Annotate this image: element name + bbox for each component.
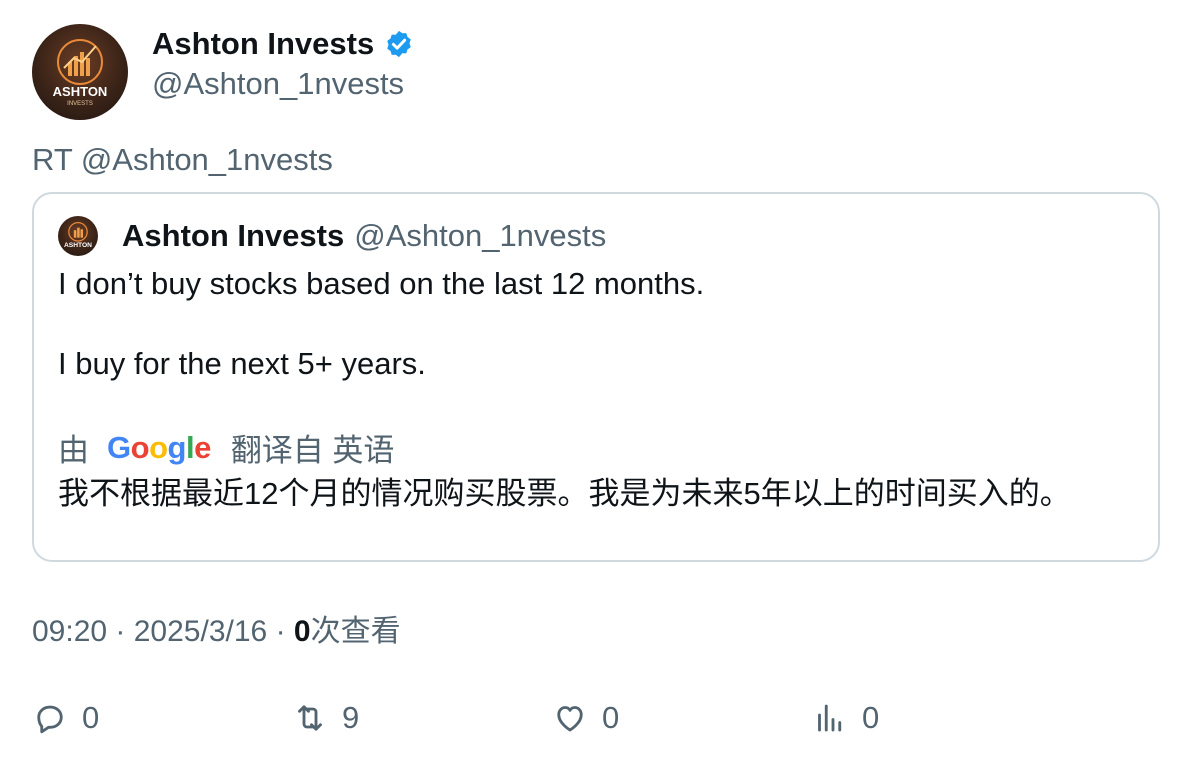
translate-suffix: 翻译自 英语 bbox=[230, 433, 395, 468]
quoted-handle[interactable]: @Ashton_1nvests bbox=[354, 218, 606, 254]
verified-badge-icon bbox=[387, 30, 411, 58]
reply-icon bbox=[37, 705, 63, 734]
like-count: 0 bbox=[602, 700, 620, 735]
views-button[interactable]: 0 bbox=[812, 700, 879, 736]
meta-separator: · bbox=[275, 615, 294, 648]
quoted-display-name[interactable]: Ashton Invests bbox=[122, 218, 344, 254]
author-display-name[interactable]: Ashton Invests bbox=[152, 26, 374, 62]
translated-text: 我不根据最近12个月的情况购买股票。我是为未来5年以上的时间买入的。 bbox=[58, 476, 1071, 511]
quoted-text-line-2: I buy for the next 5+ years. bbox=[58, 346, 426, 381]
avatar-logo-graphic: ASHTON INVESTS bbox=[53, 39, 108, 107]
tweet-date[interactable]: 2025/3/16 bbox=[134, 615, 267, 648]
quoted-tweet-card[interactable]: ASHTON Ashton Invests @Ashton_1nvests I … bbox=[32, 192, 1160, 562]
translate-prefix: 由 bbox=[58, 433, 89, 468]
retweet-count: 9 bbox=[342, 700, 360, 735]
author-avatar[interactable]: ASHTON INVESTS bbox=[32, 24, 128, 120]
retweet-button[interactable]: 9 bbox=[292, 700, 359, 736]
action-bar: 0 9 0 0 bbox=[32, 700, 1160, 744]
tweet-header: ASHTON INVESTS Ashton Invests @Ashton_1n… bbox=[32, 24, 414, 120]
views-count: 0 bbox=[293, 615, 311, 648]
reply-button[interactable]: 0 bbox=[32, 700, 99, 736]
avatar-logo-graphic: ASHTON bbox=[64, 222, 92, 249]
meta-separator: · bbox=[115, 615, 134, 648]
avatar-title: ASHTON bbox=[53, 84, 108, 99]
tweet-time[interactable]: 09:20 bbox=[32, 615, 107, 648]
views-action-count: 0 bbox=[862, 700, 880, 735]
author-handle[interactable]: @Ashton_1nvests bbox=[152, 64, 414, 104]
views-label: 次查看 bbox=[310, 615, 401, 648]
google-logo-icon: Google bbox=[107, 429, 211, 465]
quoted-text-line-1: I don’t buy stocks based on the last 12 … bbox=[58, 266, 705, 301]
heart-icon bbox=[557, 706, 583, 732]
retweet-icon bbox=[298, 705, 322, 731]
avatar-title: ASHTON bbox=[64, 242, 92, 249]
reply-count: 0 bbox=[82, 700, 100, 735]
avatar-subtitle: INVESTS bbox=[67, 101, 93, 107]
like-button[interactable]: 0 bbox=[552, 700, 619, 736]
tweet-meta: 09:20 · 2025/3/16 · 0次查看 bbox=[32, 612, 401, 652]
analytics-icon bbox=[818, 704, 842, 732]
retweet-text: RT @Ashton_1nvests bbox=[32, 142, 333, 177]
translation-attribution[interactable]: 由 Google 翻译自 英语 bbox=[58, 425, 394, 470]
quoted-author-avatar[interactable]: ASHTON bbox=[58, 216, 98, 256]
